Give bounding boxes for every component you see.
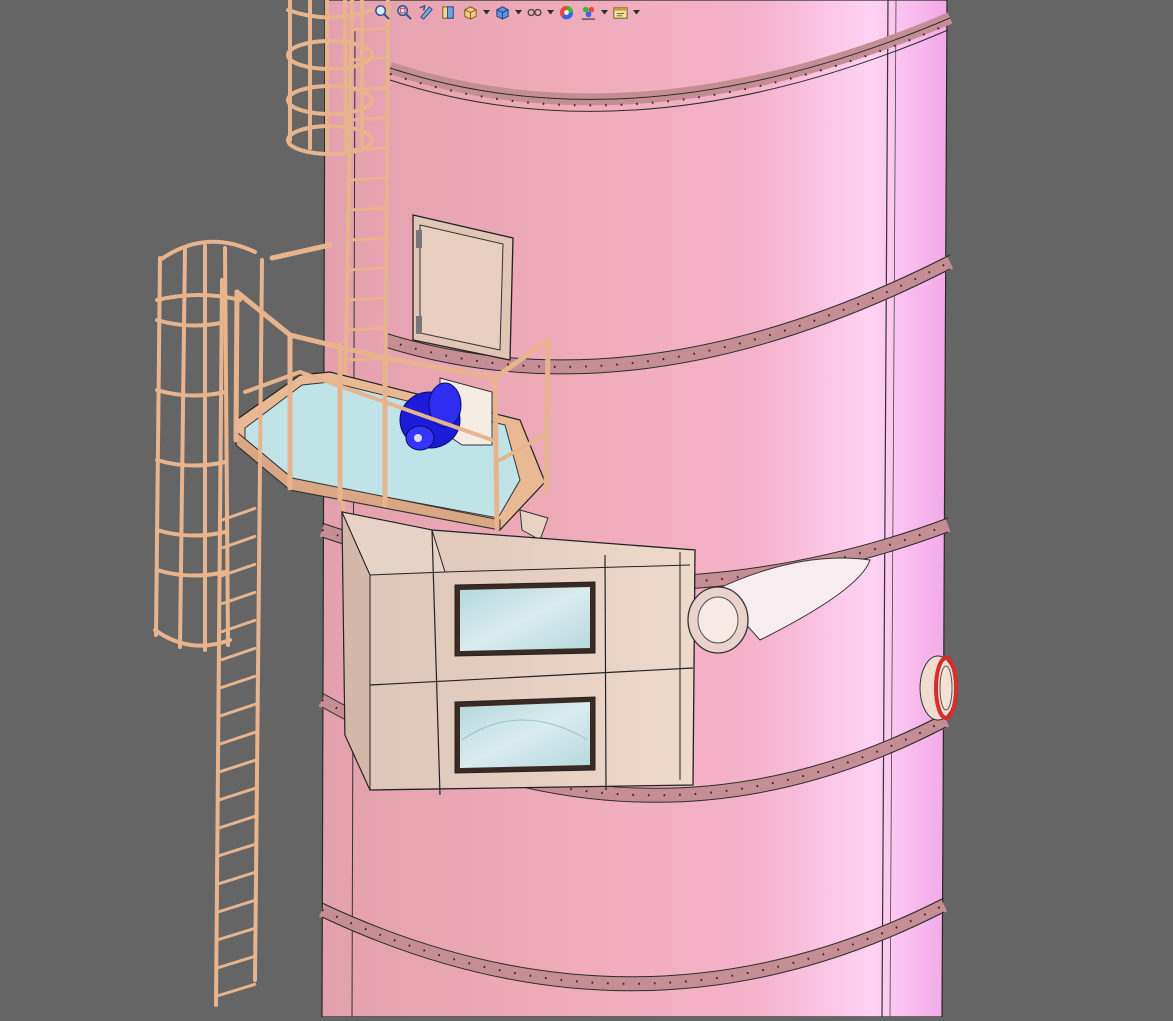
display-style-icon bbox=[495, 5, 509, 20]
heads-up-view-toolbar bbox=[372, 0, 640, 24]
chevron-down-icon bbox=[546, 9, 554, 14]
side-port[interactable] bbox=[919, 655, 958, 721]
chevron-down-icon bbox=[600, 9, 608, 14]
apply-scene-dropdown-arrow[interactable] bbox=[600, 2, 608, 22]
hinge-icon bbox=[416, 230, 422, 248]
hide-show-items-icon bbox=[527, 8, 541, 16]
view-orientation-button[interactable] bbox=[460, 2, 480, 22]
chevron-down-icon bbox=[632, 9, 640, 14]
model-view[interactable] bbox=[0, 0, 1173, 1018]
view-settings-icon bbox=[612, 6, 628, 19]
display-style-button[interactable] bbox=[492, 2, 512, 22]
view-orientation-icon bbox=[463, 5, 477, 20]
view-orientation-dropdown-arrow[interactable] bbox=[482, 2, 490, 22]
access-door[interactable] bbox=[412, 214, 514, 361]
previous-view-icon bbox=[419, 4, 433, 20]
hide-show-items-dropdown-arrow[interactable] bbox=[546, 2, 554, 22]
zoom-to-fit-icon bbox=[374, 4, 390, 20]
graphics-area[interactable] bbox=[0, 0, 1173, 1018]
section-view-button[interactable] bbox=[438, 2, 458, 22]
zoom-to-fit-button[interactable] bbox=[372, 2, 392, 22]
zoom-area-icon bbox=[396, 4, 412, 20]
observation-window bbox=[454, 696, 596, 774]
view-settings-button[interactable] bbox=[610, 2, 630, 22]
lower-ladder-rungs bbox=[216, 506, 257, 998]
hide-show-items-button[interactable] bbox=[524, 2, 544, 22]
chevron-down-icon bbox=[482, 9, 490, 14]
observation-window bbox=[454, 581, 596, 657]
zoom-area-button[interactable] bbox=[394, 2, 414, 22]
edit-appearance-button[interactable] bbox=[556, 2, 576, 22]
edit-appearance-icon bbox=[559, 5, 573, 19]
apply-scene-icon bbox=[581, 6, 595, 20]
display-style-dropdown-arrow[interactable] bbox=[514, 2, 522, 22]
view-settings-dropdown-arrow[interactable] bbox=[632, 2, 640, 22]
apply-scene-button[interactable] bbox=[578, 2, 598, 22]
chevron-down-icon bbox=[514, 9, 522, 14]
previous-view-button[interactable] bbox=[416, 2, 436, 22]
hinge-icon bbox=[416, 316, 422, 334]
section-view-icon bbox=[441, 5, 454, 19]
